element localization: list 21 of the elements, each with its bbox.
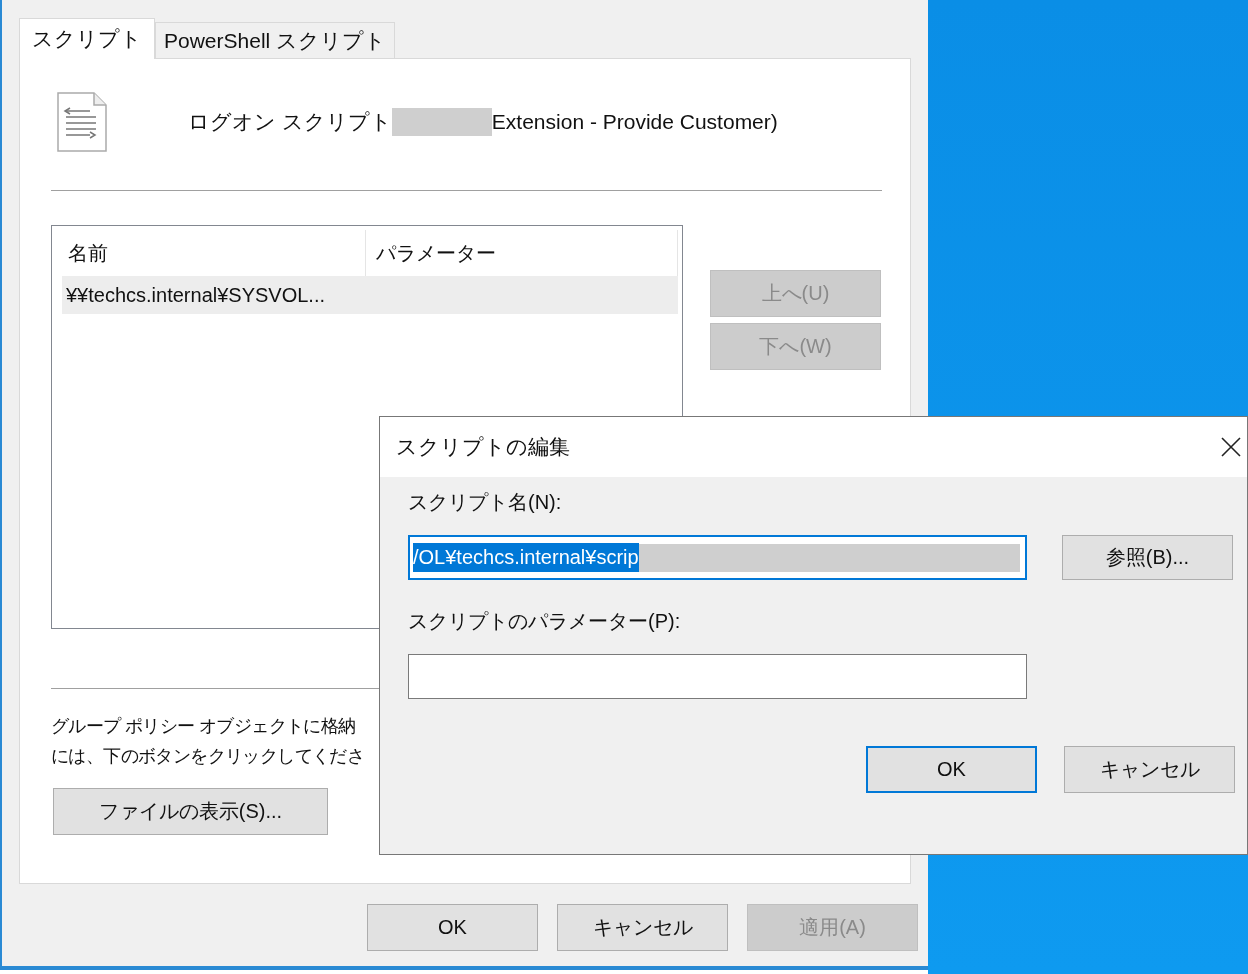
script-file-icon <box>56 91 108 153</box>
script-path-text: /OL¥techcs.internal¥scrip <box>413 543 639 572</box>
description-text: グループ ポリシー オブジェクトに格納 <box>51 715 357 738</box>
dialog-button[interactable]: OK <box>866 746 1037 793</box>
parameters-field[interactable] <box>408 654 1027 699</box>
show-files-button[interactable]: ファイルの表示(S)... <box>53 788 328 835</box>
close-icon[interactable] <box>1221 437 1241 457</box>
parameters-label: スクリプトのパラメーター(P): <box>408 609 682 634</box>
dialog-button[interactable]: OK <box>367 904 538 951</box>
tab[interactable]: スクリプト <box>19 18 155 59</box>
dialog-button[interactable]: キャンセル <box>1064 746 1235 793</box>
dialog-title: スクリプトの編集 <box>396 434 570 460</box>
gpo-name-text: Extension - Provide Customer) <box>491 110 778 134</box>
logon-script-title: ログオン スクリプト <box>188 109 392 135</box>
tab[interactable]: PowerShell スクリプト <box>155 22 396 58</box>
dialog-button[interactable]: キャンセル <box>557 904 728 951</box>
script-row[interactable]: ¥¥techcs.internal¥SYSVOL... <box>62 276 678 314</box>
script-name-field[interactable]: /OL¥techcs.internal¥scrip <box>408 535 1027 580</box>
script-name-label: スクリプト名(N): <box>408 490 563 515</box>
browse-button[interactable]: 参照(B)... <box>1062 535 1233 580</box>
description-text: には、下のボタンをクリックしてくださ <box>51 745 366 768</box>
